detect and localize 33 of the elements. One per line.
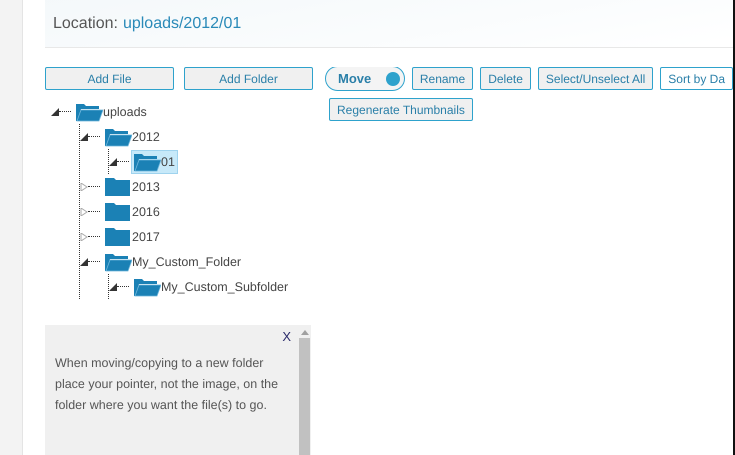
expanded-arrow-icon[interactable] [109,282,117,290]
toolbar-button[interactable]: Delete [480,67,531,90]
folder-icon [104,226,132,247]
location-path: uploads/2012/01 [122,14,242,32]
open-folder-icon [104,252,132,272]
folder-item[interactable]: My_Custom_Folder [102,250,244,274]
add-button[interactable]: Add Folder [184,67,313,90]
add-button[interactable]: Add File [45,67,174,90]
expanded-arrow-icon[interactable] [109,158,117,166]
folder-item[interactable]: 2012 [102,124,163,148]
open-folder-icon [104,126,132,146]
open-folder-icon [133,276,161,296]
expanded-arrow-icon[interactable] [80,258,88,266]
toolbar-button[interactable]: Regenerate Thumbnails [329,98,473,121]
location-label: Location: [53,14,118,32]
folder-item[interactable]: 2013 [102,174,163,199]
tip-text: When moving/copying to a new folder place your pointer, not the image, on the folder where you want the file(s) to go. [55,355,280,414]
open-folder-icon [133,152,161,172]
folder-item[interactable]: 01 [131,150,178,174]
close-button[interactable]: X [282,329,291,344]
toolbar-button[interactable]: Select/Unselect All [538,67,654,90]
toolbar-button[interactable]: Sort by Da [660,67,733,90]
folder-icon [104,201,132,222]
expanded-arrow-icon[interactable] [80,132,88,140]
open-folder-icon [75,102,103,122]
folder-item[interactable]: 2017 [102,224,163,249]
folder-item[interactable]: uploads [73,100,150,124]
move-toggle[interactable]: Move [325,67,405,91]
folder-icon [104,176,132,197]
folder-item[interactable]: My_Custom_Subfolder [131,274,292,298]
expanded-arrow-icon[interactable] [51,108,59,116]
toolbar-button[interactable]: Rename [412,67,474,90]
folder-item[interactable]: 2016 [102,199,163,224]
